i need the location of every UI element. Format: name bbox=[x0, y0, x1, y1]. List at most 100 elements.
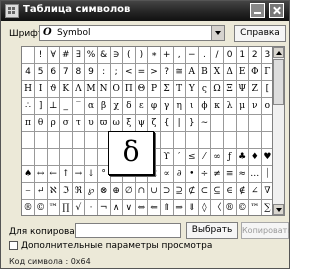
character-cell[interactable]: ↓ bbox=[85, 166, 98, 183]
character-cell[interactable] bbox=[223, 115, 237, 132]
character-cell[interactable]: ω bbox=[110, 115, 124, 132]
character-cell[interactable]: ∉ bbox=[236, 183, 250, 200]
character-cell[interactable]: ι bbox=[185, 98, 199, 115]
character-cell[interactable]: ♦ bbox=[248, 149, 262, 166]
character-cell[interactable]: ) bbox=[135, 47, 149, 64]
advanced-view-checkbox[interactable] bbox=[9, 241, 18, 250]
character-cell[interactable]: ♠ bbox=[22, 166, 35, 183]
character-cell[interactable]: # bbox=[59, 47, 73, 64]
character-cell[interactable]: : bbox=[97, 64, 111, 81]
chevron-down-icon[interactable] bbox=[211, 26, 224, 40]
character-cell[interactable]: ⊃ bbox=[160, 183, 174, 200]
character-cell[interactable]: κ bbox=[211, 98, 224, 115]
character-cell[interactable] bbox=[22, 47, 35, 64]
character-cell[interactable]: γ bbox=[160, 98, 174, 115]
character-cell[interactable]: ⊕ bbox=[110, 183, 124, 200]
character-cell[interactable]: … bbox=[248, 166, 262, 183]
character-cell[interactable]: ⁄ bbox=[198, 149, 212, 166]
character-cell[interactable]: ℵ bbox=[47, 183, 61, 200]
character-cell[interactable]: ; bbox=[110, 64, 124, 81]
character-cell[interactable]: ς bbox=[198, 81, 212, 98]
character-cell[interactable]: & bbox=[97, 47, 111, 64]
character-cell[interactable]: δ bbox=[122, 98, 136, 115]
character-cell[interactable] bbox=[72, 149, 86, 166]
character-cell[interactable]: 5 bbox=[34, 64, 48, 81]
character-cell[interactable]: ® bbox=[22, 200, 35, 215]
character-cell[interactable]: ℑ bbox=[59, 183, 73, 200]
scroll-up-button[interactable] bbox=[273, 47, 284, 58]
character-cell[interactable] bbox=[236, 115, 250, 132]
character-cell[interactable]: ϖ bbox=[97, 115, 111, 132]
grid-scrollbar[interactable] bbox=[272, 46, 285, 216]
character-cell[interactable]: ⊂ bbox=[198, 183, 212, 200]
minimize-button[interactable] bbox=[250, 3, 265, 18]
character-cell[interactable] bbox=[236, 132, 250, 149]
select-button[interactable]: Выбрать bbox=[186, 222, 238, 239]
character-cell[interactable]: ∂ bbox=[173, 166, 187, 183]
character-cell[interactable]: Ε bbox=[236, 64, 250, 81]
character-cell[interactable]: 6 bbox=[47, 64, 61, 81]
character-cell[interactable]: 9 bbox=[85, 64, 98, 81]
character-cell[interactable]: ƒ bbox=[223, 149, 237, 166]
character-cell[interactable]: Υ bbox=[185, 81, 199, 98]
character-cell[interactable] bbox=[72, 132, 86, 149]
character-cell[interactable]: τ bbox=[72, 115, 86, 132]
character-cell[interactable]: ε bbox=[135, 98, 149, 115]
character-cell[interactable]: ∧ bbox=[110, 200, 124, 215]
character-cell[interactable]: © bbox=[35, 200, 48, 215]
character-cell[interactable]: ™ bbox=[249, 200, 262, 215]
character-cell[interactable] bbox=[59, 132, 73, 149]
character-cell[interactable]: } bbox=[185, 115, 199, 132]
character-cell[interactable]: ! bbox=[34, 47, 48, 64]
character-cell[interactable]: Θ bbox=[135, 81, 149, 98]
character-cell[interactable] bbox=[47, 149, 61, 166]
character-cell[interactable]: ↵ bbox=[34, 183, 48, 200]
character-cell[interactable]: Μ bbox=[85, 81, 98, 98]
character-cell[interactable]: √ bbox=[72, 200, 86, 215]
character-cell[interactable]: − bbox=[185, 47, 199, 64]
character-cell[interactable]: φ bbox=[148, 98, 161, 115]
character-cell[interactable]: 8 bbox=[72, 64, 86, 81]
character-cell[interactable] bbox=[59, 149, 73, 166]
character-cell[interactable]: Σ bbox=[160, 81, 174, 98]
character-cell[interactable]: ∴ bbox=[22, 98, 35, 115]
font-dropdown[interactable]: O Symbol bbox=[39, 25, 225, 41]
character-cell[interactable]: | bbox=[173, 115, 187, 132]
character-cell[interactable]: ∈ bbox=[223, 183, 237, 200]
character-cell[interactable]: ≤ bbox=[185, 149, 199, 166]
character-cell[interactable]: + bbox=[160, 47, 174, 64]
character-cell[interactable]: 7 bbox=[59, 64, 73, 81]
character-cell[interactable]: ≅ bbox=[173, 64, 187, 81]
character-cell[interactable] bbox=[34, 149, 48, 166]
character-cell[interactable]: λ bbox=[223, 98, 237, 115]
character-cell[interactable]: ⇔ bbox=[135, 200, 149, 215]
character-cell[interactable]: ♣ bbox=[236, 149, 250, 166]
character-cell[interactable]: / bbox=[211, 47, 224, 64]
character-cell[interactable]: Ξ bbox=[223, 81, 237, 98]
character-cell[interactable]: 4 bbox=[22, 64, 35, 81]
character-cell[interactable]: = bbox=[135, 64, 149, 81]
character-cell[interactable]: ∨ bbox=[123, 200, 136, 215]
character-cell[interactable]: 2 bbox=[248, 47, 262, 64]
character-cell[interactable]: ⊗ bbox=[97, 183, 111, 200]
character-cell[interactable]: ∅ bbox=[122, 183, 136, 200]
character-cell[interactable]: ÷ bbox=[198, 166, 212, 183]
character-cell[interactable]: η bbox=[173, 98, 187, 115]
character-cell[interactable]: ∀ bbox=[47, 47, 61, 64]
character-cell[interactable]: ∩ bbox=[135, 183, 149, 200]
character-cell[interactable]: . bbox=[198, 47, 212, 64]
character-cell[interactable]: ′ bbox=[173, 149, 187, 166]
character-cell[interactable]: > bbox=[148, 64, 161, 81]
character-cell[interactable]: ∏ bbox=[60, 200, 73, 215]
character-cell[interactable]: Ν bbox=[97, 81, 111, 98]
character-cell[interactable]: ∋ bbox=[110, 47, 124, 64]
character-cell[interactable]: ∠ bbox=[248, 183, 262, 200]
title-bar[interactable]: Таблица символов bbox=[1, 1, 289, 21]
character-cell[interactable]: • bbox=[185, 166, 199, 183]
character-cell[interactable]: ≡ bbox=[223, 166, 237, 183]
character-cell[interactable] bbox=[223, 132, 237, 149]
character-cell[interactable]: σ bbox=[59, 115, 73, 132]
character-cell[interactable]: Λ bbox=[72, 81, 86, 98]
character-cell[interactable]: ρ bbox=[47, 115, 61, 132]
character-cell[interactable]: α bbox=[85, 98, 98, 115]
